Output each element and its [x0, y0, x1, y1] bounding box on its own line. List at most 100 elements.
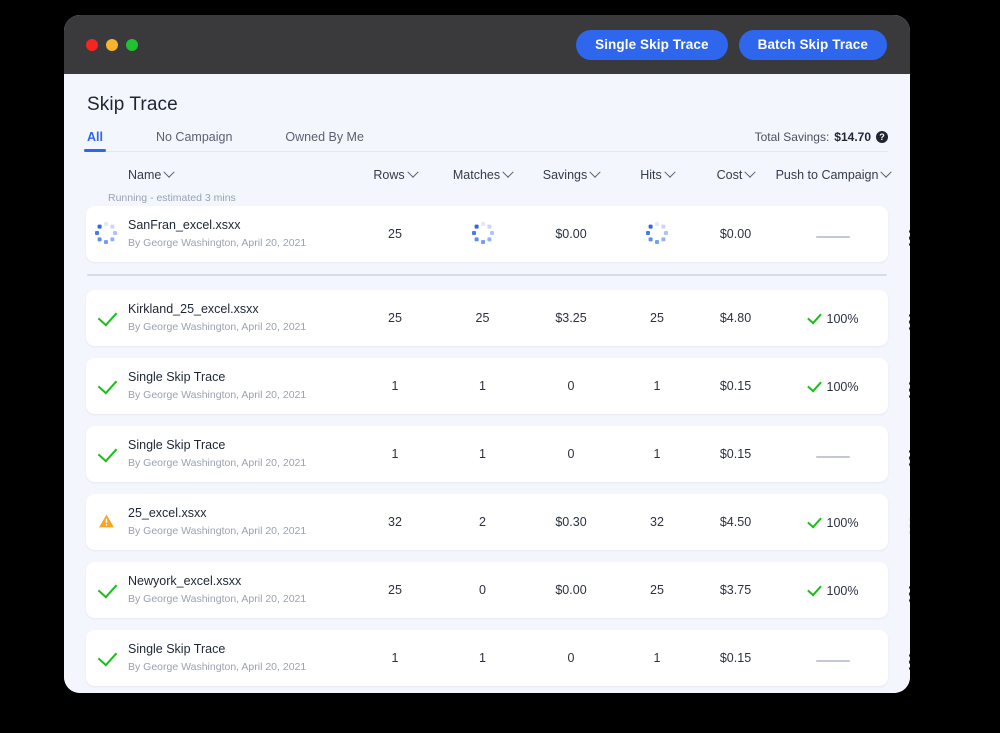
row-menu-cell[interactable]: [892, 374, 910, 398]
chevron-down-icon: [163, 166, 176, 178]
row-menu-cell[interactable]: [892, 578, 910, 602]
check-icon: [806, 513, 822, 529]
tabs-bar: All No Campaign Owned By Me Total Saving…: [84, 130, 888, 152]
column-header-name[interactable]: Name: [128, 166, 350, 182]
row-status: [86, 442, 128, 463]
row-rows-value: 25: [388, 311, 402, 325]
push-to-campaign-progress: 100%: [806, 309, 859, 326]
column-header-savings[interactable]: Savings: [525, 166, 617, 182]
row-push-value: 100%: [774, 513, 892, 530]
table-row[interactable]: 25_excel.xsxx By George Washington, April…: [86, 494, 910, 550]
push-to-campaign-value: 100%: [826, 311, 859, 326]
check-icon: [806, 581, 822, 597]
row-hits-value: 32: [650, 515, 664, 529]
row-matches-value: 0: [479, 583, 486, 597]
total-savings-value: $14.70: [834, 130, 871, 144]
table-row[interactable]: Kirkland_25_excel.xsxx By George Washingt…: [86, 290, 910, 346]
row-menu-cell[interactable]: [892, 222, 910, 246]
row-rows-value: 25: [388, 583, 402, 597]
question-mark-icon[interactable]: ?: [876, 131, 888, 143]
row-name-cell: Newyork_excel.xsxx By George Washington, …: [128, 573, 350, 606]
row-actions-menu-icon[interactable]: [909, 450, 910, 466]
row-cost-value: $0.00: [719, 227, 752, 241]
status-success-icon: [97, 442, 118, 463]
push-to-campaign-value: 100%: [826, 583, 859, 598]
row-hits-value: 25: [650, 583, 664, 597]
tab-all[interactable]: All: [84, 130, 106, 152]
single-skip-trace-button[interactable]: Single Skip Trace: [576, 29, 728, 60]
loading-spinner-icon: [471, 221, 495, 245]
total-savings-label: Total Savings:: [754, 130, 830, 144]
check-icon: [806, 377, 822, 393]
app-window: Single Skip Trace Batch Skip Trace Skip …: [64, 15, 910, 693]
row-savings-value: 0: [567, 651, 575, 665]
push-to-campaign-progress: 100%: [806, 513, 858, 530]
batch-skip-trace-button[interactable]: Batch Skip Trace: [738, 29, 887, 60]
row-cost-value: $4.80: [719, 311, 752, 325]
row-status: [86, 306, 128, 327]
column-header-cost-label: Cost: [716, 168, 743, 182]
row-savings-value: $3.25: [555, 311, 587, 325]
table-row[interactable]: Single Skip Trace By George Washington, A…: [86, 630, 910, 686]
row-actions-menu-icon[interactable]: [909, 586, 910, 602]
row-savings-value: $0.30: [555, 515, 587, 529]
row-actions-menu-icon[interactable]: [909, 518, 910, 534]
row-status: [86, 374, 128, 395]
row-push-value: 100%: [774, 309, 892, 326]
push-to-campaign-progress: 100%: [806, 581, 859, 598]
row-actions-menu-icon[interactable]: [909, 230, 910, 246]
push-to-campaign-empty-dash: [816, 660, 850, 662]
table-row[interactable]: SanFran_excel.xsxx By George Washington, …: [86, 206, 910, 262]
row-name: 25_excel.xsxx: [128, 506, 207, 521]
table-row[interactable]: Single Skip Trace By George Washington, A…: [86, 358, 910, 414]
row-push-value: [774, 227, 892, 241]
row-actions-menu-icon[interactable]: [909, 382, 910, 398]
minimize-window-icon[interactable]: [106, 38, 118, 51]
tab-owned-by-me[interactable]: Owned By Me: [285, 130, 364, 151]
column-header-cost[interactable]: Cost: [697, 166, 774, 182]
column-header-rows-label: Rows: [373, 168, 405, 182]
row-hits-value: 25: [650, 311, 664, 325]
table-row[interactable]: Newyork_excel.xsxx By George Washington, …: [86, 562, 910, 618]
row-name: Single Skip Trace: [128, 370, 226, 385]
maximize-window-icon[interactable]: [126, 38, 138, 51]
push-to-campaign-empty-dash: [816, 236, 850, 238]
page-body: Skip Trace All No Campaign Owned By Me T…: [64, 74, 910, 693]
chevron-down-icon: [406, 166, 419, 178]
row-matches-value: 25: [475, 311, 490, 325]
row-meta: By George Washington, April 20, 2021: [128, 457, 307, 470]
column-header-push-to-campaign[interactable]: Push to Campaign: [774, 166, 893, 182]
row-menu-cell[interactable]: [892, 306, 910, 330]
row-hits-value: 1: [653, 651, 661, 665]
row-meta: By George Washington, April 20, 2021: [128, 525, 307, 538]
column-header-hits[interactable]: Hits: [617, 166, 697, 182]
tab-no-campaign[interactable]: No Campaign: [156, 130, 232, 151]
row-meta: By George Washington, April 20, 2021: [128, 321, 307, 334]
loading-spinner-icon: [645, 221, 669, 245]
row-menu-cell[interactable]: [892, 646, 910, 670]
chevron-down-icon: [744, 166, 757, 178]
traffic-lights: [86, 38, 138, 51]
running-section-divider: [87, 274, 887, 276]
row-meta: By George Washington, April 20, 2021: [128, 237, 307, 250]
row-hits-value: 1: [653, 447, 661, 461]
row-cost-value: $3.75: [719, 583, 752, 597]
row-status: [86, 578, 128, 599]
row-actions-menu-icon[interactable]: [909, 654, 910, 670]
row-push-value: [774, 447, 892, 461]
row-hits-value: 1: [653, 379, 661, 393]
row-meta: By George Washington, April 20, 2021: [128, 593, 307, 606]
skip-trace-table: SanFran_excel.xsxx By George Washington, …: [86, 206, 910, 693]
column-header-push-label: Push to Campaign: [775, 168, 879, 182]
row-actions-menu-icon[interactable]: [909, 314, 910, 330]
close-window-icon[interactable]: [86, 38, 98, 51]
table-row[interactable]: Single Skip Trace By George Washington, A…: [86, 426, 910, 482]
row-menu-cell[interactable]: [892, 442, 910, 466]
row-rows-value: 25: [388, 227, 402, 241]
column-header-rows[interactable]: Rows: [350, 166, 440, 182]
row-name-cell: 25_excel.xsxx By George Washington, April…: [128, 505, 350, 538]
row-name-cell: Kirkland_25_excel.xsxx By George Washingt…: [128, 301, 350, 334]
row-menu-cell[interactable]: [892, 510, 910, 534]
column-header-matches[interactable]: Matches: [440, 166, 525, 182]
titlebar-actions: Single Skip Trace Batch Skip Trace: [576, 29, 887, 60]
